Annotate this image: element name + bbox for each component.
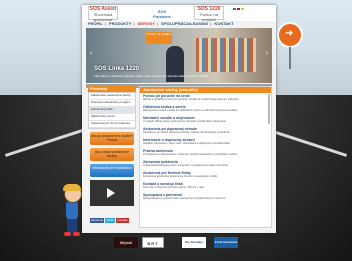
- flag-de-icon[interactable]: [240, 8, 244, 10]
- video-thumbnail[interactable]: [90, 180, 134, 206]
- sidebar-item[interactable]: Zákaznícke asistenčné služby: [89, 93, 135, 100]
- partner-logo-brt[interactable]: BRT: [142, 237, 164, 248]
- footer-partners: Miyabi BRT Kia Slovakia Fond Insurance: [114, 237, 254, 249]
- sidebar-item[interactable]: Asistencia pre firmy a klientov: [89, 121, 135, 128]
- flag-en-icon[interactable]: [236, 8, 240, 10]
- twitter-icon[interactable]: twitter: [105, 218, 116, 223]
- social-links: facebook twitter youtube: [90, 208, 136, 223]
- list-item[interactable]: Právna asistencia Poradenstvo a zastupova…: [140, 148, 271, 159]
- sos-assist-logo[interactable]: SOS Assist Slovenská spoločnosť: [88, 6, 118, 22]
- mascot-figure: [60, 184, 84, 237]
- mascot-shoe: [73, 232, 80, 236]
- language-flags[interactable]: [230, 6, 246, 18]
- nav-item-profil[interactable]: PROFIL: [88, 21, 103, 26]
- list-item[interactable]: Pomoc pri poruche na ceste Rýchla a spoľa…: [140, 93, 271, 104]
- partner-logo[interactable]: SOS Poistenie: [150, 9, 174, 19]
- list-item[interactable]: Zdravotná asistencia Organizácia lekárske…: [140, 159, 271, 170]
- chevron-left-icon[interactable]: ‹: [88, 50, 94, 58]
- sidebar: Produkty Zákaznícke asistenčné služby Pr…: [88, 86, 136, 223]
- nav-item-spolupraca[interactable]: SPOLUPRÁCA/LEASING: [161, 21, 208, 26]
- banner-image-shelves: [196, 38, 256, 72]
- facebook-icon[interactable]: facebook: [90, 218, 105, 223]
- road-sign-icon: ➜: [277, 22, 303, 48]
- list-item[interactable]: Asistencia pri dopravnej nehode Pomôžeme …: [140, 126, 271, 137]
- list-item[interactable]: Informácie o dopravnej situácii Aktuálne …: [140, 137, 271, 148]
- youtube-icon[interactable]: youtube: [116, 218, 129, 223]
- sidebar-item[interactable]: Zákaznícky servis: [89, 114, 135, 121]
- mascot-shoe: [64, 232, 71, 236]
- banner-subtitle: Informácie o dopravnej situácii, stave c…: [94, 74, 208, 78]
- partner-logo-miyabi[interactable]: Miyabi: [114, 237, 138, 248]
- scrollbar[interactable]: [268, 94, 270, 124]
- main-nav: PROFIL | PRODUKTY | SERVISY | SPOLUPRÁCA/LE…: [88, 21, 234, 26]
- arrow-up-icon: ➜: [285, 28, 294, 39]
- assist-info-button[interactable]: Ako sa dostanete k službe? Pomoc: [90, 132, 134, 145]
- sidebar-item[interactable]: Asistenčný balík: [89, 107, 135, 114]
- entry-text: Spolupracujeme s poisťovňami, leasingový…: [143, 197, 226, 200]
- chevron-right-icon[interactable]: ›: [264, 50, 270, 58]
- play-icon[interactable]: [107, 188, 115, 198]
- sidebar-list: Zákaznícke asistenčné služby Prenosný as…: [88, 92, 136, 129]
- motorist-info-button[interactable]: Informácie pre motoristov: [90, 164, 134, 177]
- list-item[interactable]: Kontakt a nonstop linka Sme vám k dispozí…: [140, 181, 271, 192]
- mascot-legs: [67, 219, 77, 233]
- banner-tag[interactable]: Pomoc na cestách: [146, 32, 172, 44]
- mouse-cursor-icon: ↖: [262, 134, 269, 143]
- list-item[interactable]: Asistencia pre firemné flotily Komplexné …: [140, 170, 271, 181]
- hero-banner[interactable]: Pomoc na cestách SOS Linka 1220 Informác…: [86, 28, 272, 83]
- nav-item-servisy[interactable]: SERVISY: [138, 21, 155, 26]
- how-to-get-button[interactable]: Ako získať asistenčné služby: [90, 148, 134, 161]
- mascot-hair: [63, 184, 81, 191]
- list-item[interactable]: Odťahová služba a servis Zabezpečíme odťa…: [140, 104, 271, 115]
- nav-item-kontakt[interactable]: KONTAKT: [214, 21, 233, 26]
- list-item[interactable]: Náhradné vozidlo a ubytovanie V prípade d…: [140, 115, 271, 126]
- banner-title: SOS Linka 1220: [94, 66, 140, 72]
- sign-post: [289, 47, 291, 69]
- mascot-body: [66, 201, 78, 219]
- nav-item-produkty[interactable]: PRODUKTY: [109, 21, 131, 26]
- list-item[interactable]: Spolupráca s partnermi Spolupracujeme s p…: [140, 192, 271, 203]
- partner-logo-fond[interactable]: Fond Insurance: [214, 237, 238, 248]
- content-panel: Asistenčné služby (aktuality) Pomoc pri …: [139, 86, 272, 228]
- hotline-logo[interactable]: SOS 1220 Pomoc na cestách: [194, 6, 224, 22]
- sidebar-item[interactable]: Prenosný asistenčný program: [89, 100, 135, 107]
- partner-logo-kia[interactable]: Kia Slovakia: [182, 237, 206, 248]
- header: SOS Assist Slovenská spoločnosť SOS Pois…: [82, 5, 276, 22]
- flag-sk-icon[interactable]: [232, 8, 236, 10]
